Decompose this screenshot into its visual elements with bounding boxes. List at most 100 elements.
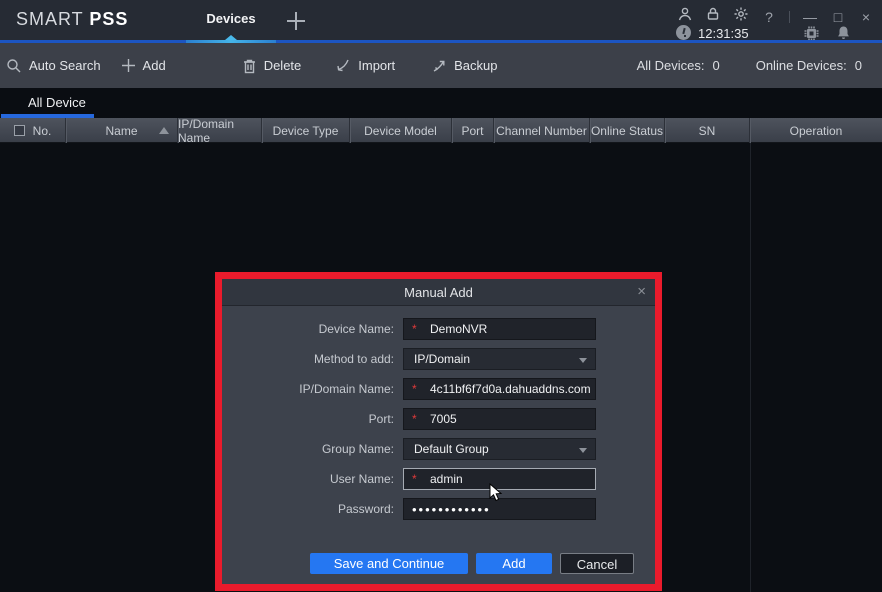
search-icon xyxy=(7,58,21,72)
group-name-select[interactable]: Default Group xyxy=(403,438,596,460)
dialog-titlebar[interactable]: Manual Add × xyxy=(222,279,655,306)
auto-search-label: Auto Search xyxy=(29,58,101,73)
alarm-info-icon[interactable] xyxy=(676,25,691,40)
cancel-button[interactable]: Cancel xyxy=(560,553,634,574)
column-port[interactable]: Port xyxy=(452,118,494,143)
chevron-down-icon xyxy=(579,448,587,453)
logo-pss: PSS xyxy=(89,9,129,29)
help-icon[interactable]: ? xyxy=(761,9,777,25)
backup-arrow-icon xyxy=(433,60,445,72)
status-row: 12:31:35 xyxy=(674,25,874,41)
backup-button[interactable]: Backup xyxy=(431,58,497,74)
dialog-buttons: Save and Continue Add Cancel xyxy=(222,553,655,574)
method-to-add-label: Method to add: xyxy=(313,352,394,366)
password-row: Password: •••••••••••• xyxy=(222,498,655,520)
delete-button[interactable]: Delete xyxy=(242,58,302,74)
close-icon[interactable]: × xyxy=(858,9,874,25)
column-operation-label: Operation xyxy=(789,123,843,138)
column-device-model-label: Device Model xyxy=(364,123,437,138)
select-all-checkbox[interactable] xyxy=(13,125,25,136)
column-channel-number-label: Channel Number xyxy=(496,123,587,138)
titlebar: SMART PSS Devices ? — □ × 12:31:35 xyxy=(0,0,882,43)
device-name-label: Device Name: xyxy=(318,322,394,336)
dialog-close-icon[interactable]: × xyxy=(637,283,646,300)
column-device-model[interactable]: Device Model xyxy=(350,118,452,143)
add-button[interactable]: Add xyxy=(476,553,552,574)
online-devices-value: 0 xyxy=(854,58,862,73)
annotation-red-box: Manual Add × Device Name: * DemoNVR Meth… xyxy=(215,272,662,591)
all-devices-label: All Devices: xyxy=(636,58,705,73)
column-online-status[interactable]: Online Status xyxy=(590,118,665,143)
mouse-cursor xyxy=(489,482,507,508)
online-devices-count: Online Devices: 0 xyxy=(756,58,862,73)
column-ip-domain[interactable]: IP/Domain Name xyxy=(178,116,262,145)
tab-devices[interactable]: Devices xyxy=(193,11,269,26)
method-to-add-row: Method to add: IP/Domain xyxy=(222,348,655,370)
trash-icon xyxy=(243,59,255,73)
column-device-type[interactable]: Device Type xyxy=(262,118,350,143)
ip-domain-input[interactable]: * 4c11bf6f7d0a.dahuaddns.com xyxy=(403,378,596,400)
dialog-body: Device Name: * DemoNVR Method to add: IP… xyxy=(222,307,655,520)
column-channel-number[interactable]: Channel Number xyxy=(494,118,590,143)
port-row: Port: * 7005 xyxy=(222,408,655,430)
column-sn[interactable]: SN xyxy=(665,118,750,143)
group-name-label: Group Name: xyxy=(321,442,394,456)
device-name-input[interactable]: * DemoNVR xyxy=(403,318,596,340)
settings-gear-icon[interactable] xyxy=(733,6,749,27)
column-ip-domain-label: IP/Domain Name xyxy=(178,116,235,145)
column-online-status-label: Online Status xyxy=(590,123,664,138)
column-device-type-label: Device Type xyxy=(272,123,339,138)
column-no[interactable]: No. xyxy=(0,118,66,143)
backup-label: Backup xyxy=(454,58,498,73)
all-devices-value: 0 xyxy=(712,58,720,73)
ip-domain-row: IP/Domain Name: * 4c11bf6f7d0a.dahuaddns… xyxy=(222,378,655,400)
required-asterisk: * xyxy=(412,412,417,426)
import-button[interactable]: Import xyxy=(335,58,395,74)
password-label: Password: xyxy=(337,502,394,516)
import-arrow-icon xyxy=(337,59,349,71)
chevron-down-icon xyxy=(579,358,587,363)
save-and-continue-button[interactable]: Save and Continue xyxy=(310,553,468,574)
method-to-add-select[interactable]: IP/Domain xyxy=(403,348,596,370)
ip-domain-label: IP/Domain Name: xyxy=(299,382,394,396)
column-name-label: Name xyxy=(105,123,138,138)
port-label: Port: xyxy=(368,412,394,426)
column-name[interactable]: Name xyxy=(66,118,178,143)
required-asterisk: * xyxy=(412,322,417,336)
column-sn-label: SN xyxy=(698,123,716,138)
add-device-button[interactable]: Add xyxy=(121,58,166,73)
sort-ascending-icon[interactable] xyxy=(159,127,169,134)
delete-label: Delete xyxy=(263,58,302,73)
active-tab-indicator-peak xyxy=(225,35,237,40)
device-name-row: Device Name: * DemoNVR xyxy=(222,318,655,340)
group-name-row: Group Name: Default Group xyxy=(222,438,655,460)
add-label: Add xyxy=(142,58,166,73)
device-tabstrip: All Device xyxy=(0,88,882,118)
required-asterisk: * xyxy=(412,472,417,486)
lock-icon[interactable] xyxy=(705,6,721,27)
tab-all-device[interactable]: All Device xyxy=(28,95,86,110)
new-tab-button[interactable] xyxy=(286,11,306,31)
online-devices-label: Online Devices: xyxy=(755,58,847,73)
device-table-header: No. Name IP/Domain Name Device Type Devi… xyxy=(0,116,882,145)
user-icon[interactable] xyxy=(677,6,693,27)
plus-icon xyxy=(121,59,135,72)
column-no-label: No. xyxy=(32,123,52,138)
window-controls-separator xyxy=(789,10,790,23)
username-label: User Name: xyxy=(329,472,394,486)
clock-time: 12:31:35 xyxy=(698,26,749,41)
column-operation[interactable]: Operation xyxy=(750,118,882,143)
manual-add-dialog: Manual Add × Device Name: * DemoNVR Meth… xyxy=(222,279,655,584)
all-devices-count: All Devices: 0 xyxy=(637,58,720,73)
auto-search-button[interactable]: Auto Search xyxy=(6,58,101,74)
column-port-label: Port xyxy=(461,123,484,138)
dialog-title: Manual Add xyxy=(404,285,473,300)
port-input[interactable]: * 7005 xyxy=(403,408,596,430)
minimize-icon[interactable]: — xyxy=(802,9,818,25)
import-label: Import xyxy=(358,58,396,73)
maximize-icon[interactable]: □ xyxy=(830,9,846,25)
app-logo: SMART PSS xyxy=(16,9,128,30)
username-row: User Name: * admin xyxy=(222,468,655,490)
operation-column-divider xyxy=(750,143,751,592)
required-asterisk: * xyxy=(412,382,417,396)
